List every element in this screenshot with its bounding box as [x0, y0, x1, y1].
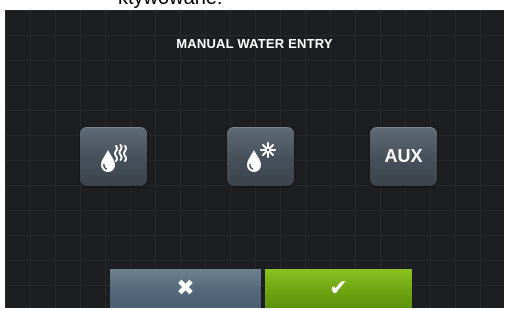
cold-water-drop-icon	[246, 141, 276, 172]
control-panel-screen: MANUAL WATER ENTRY AUX ✖ ✔	[5, 10, 504, 308]
close-icon: ✖	[176, 275, 195, 301]
confirm-button[interactable]: ✔	[265, 269, 412, 308]
document-text: ktywowane:	[118, 0, 223, 10]
aux-label: AUX	[384, 146, 423, 166]
cold-water-button[interactable]	[227, 127, 294, 186]
cancel-button[interactable]: ✖	[110, 269, 261, 308]
hot-water-button[interactable]	[80, 127, 147, 186]
hot-water-drop-icon	[100, 143, 127, 172]
screen-title: MANUAL WATER ENTRY	[176, 36, 333, 51]
document-text-fragment: ktywowane:	[0, 0, 509, 10]
checkmark-icon: ✔	[329, 275, 348, 301]
aux-button[interactable]: AUX	[370, 127, 437, 186]
